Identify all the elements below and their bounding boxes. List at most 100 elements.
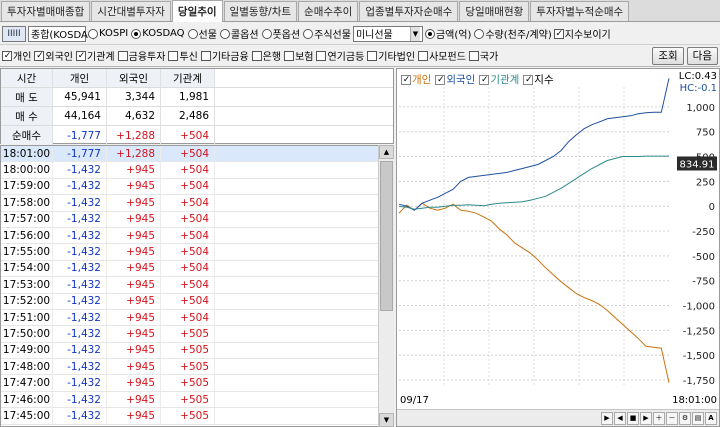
checkbox-icon[interactable] bbox=[553, 28, 564, 39]
radio-icon[interactable] bbox=[261, 28, 272, 39]
filter-checkbox-4[interactable]: 투신 bbox=[168, 48, 198, 63]
filter-checkbox-3[interactable]: 금융투자 bbox=[117, 48, 165, 63]
scroll-down-icon[interactable]: ▼ bbox=[379, 413, 394, 427]
table-row[interactable]: 17:53:00 -1,432 +945 +504 bbox=[1, 277, 393, 294]
checkbox-icon[interactable] bbox=[367, 50, 378, 61]
filter-checkbox-8[interactable]: 연기금등 bbox=[316, 48, 364, 63]
table-cell: -1,432 bbox=[53, 227, 107, 244]
text-icon[interactable]: A bbox=[705, 411, 717, 425]
checkbox-icon[interactable] bbox=[34, 50, 45, 61]
table-row[interactable]: 17:46:00 -1,432 +945 +505 bbox=[1, 391, 393, 409]
market-label: 콜옵션 bbox=[230, 30, 259, 41]
checkbox-icon[interactable] bbox=[316, 50, 327, 61]
zoom-out-icon[interactable]: － bbox=[666, 411, 678, 425]
table-row[interactable]: 17:52:00 -1,432 +945 +504 bbox=[1, 293, 393, 310]
tab-5[interactable]: 업종별투자자순매수 bbox=[359, 1, 459, 21]
unit-radio-0[interactable]: 금액(억) bbox=[424, 26, 471, 41]
table-row[interactable]: 17:49:00 -1,432 +945 +505 bbox=[1, 342, 393, 360]
market-radio-1[interactable]: KOSDAQ bbox=[131, 28, 185, 39]
tab-0[interactable]: 투자자별매매종합 bbox=[1, 1, 91, 21]
radio-icon[interactable] bbox=[474, 28, 485, 39]
filter-checkbox-2[interactable]: 기관계 bbox=[76, 48, 115, 63]
zoom-in-icon[interactable]: ＋ bbox=[653, 411, 665, 425]
table-row[interactable]: 17:54:00 -1,432 +945 +504 bbox=[1, 260, 393, 278]
market-radio-3[interactable]: 콜옵션 bbox=[219, 26, 259, 41]
summary-cell: +504 bbox=[161, 126, 215, 145]
show-index-checkbox[interactable]: 지수보이기 bbox=[553, 26, 611, 41]
filter-checkbox-5[interactable]: 기타금융 bbox=[200, 48, 249, 63]
tab-3[interactable]: 일별동향/차트 bbox=[223, 1, 298, 21]
checkbox-icon[interactable] bbox=[468, 50, 479, 61]
code-search-button[interactable]: IIIII bbox=[2, 25, 26, 42]
table-row[interactable]: 17:56:00 -1,432 +945 +504 bbox=[1, 227, 393, 245]
table-row[interactable]: 17:45:00 -1,432 +945 +505 bbox=[1, 408, 393, 425]
print-icon[interactable]: ▤ bbox=[692, 411, 704, 425]
table-row[interactable]: 17:57:00 -1,432 +945 +504 bbox=[1, 211, 393, 228]
checkbox-icon[interactable] bbox=[200, 50, 211, 61]
table-cell: +504 bbox=[161, 195, 215, 211]
unit-radio-1[interactable]: 수량(천주/계약) bbox=[474, 26, 552, 41]
stop-icon[interactable]: ■ bbox=[627, 411, 639, 425]
tab-2[interactable]: 당일추이 bbox=[171, 0, 223, 22]
step-forward-icon[interactable]: ▶ bbox=[640, 411, 652, 425]
checkbox-icon[interactable] bbox=[284, 50, 295, 61]
filter-checkbox-0[interactable]: 개인 bbox=[2, 48, 31, 63]
table-row[interactable]: 17:55:00 -1,432 +945 +504 bbox=[1, 244, 393, 261]
radio-icon[interactable] bbox=[303, 28, 314, 39]
market-radio-5[interactable]: 주식선물 bbox=[303, 26, 351, 41]
checkbox-icon[interactable] bbox=[2, 50, 12, 61]
market-radio-2[interactable]: 선물 bbox=[187, 26, 217, 41]
table-row[interactable]: 17:48:00 -1,432 +945 +505 bbox=[1, 359, 393, 376]
table-row[interactable]: 17:47:00 -1,432 +945 +505 bbox=[1, 375, 393, 392]
table-scrollbar[interactable]: ▲ ▼ bbox=[378, 145, 394, 427]
tab-1[interactable]: 시간대별투자자 bbox=[91, 1, 171, 21]
filter-checkbox-11[interactable]: 국가 bbox=[468, 48, 498, 63]
tab-4[interactable]: 순매수추이 bbox=[298, 1, 359, 21]
scroll-thumb[interactable] bbox=[380, 161, 393, 311]
tab-7[interactable]: 투자자별누적순매수 bbox=[530, 1, 630, 21]
filter-checkbox-7[interactable]: 보험 bbox=[284, 48, 313, 63]
filter-label: 외국인 bbox=[45, 52, 74, 63]
checkbox-icon[interactable] bbox=[76, 50, 87, 61]
settings-icon[interactable]: ⚙ bbox=[679, 411, 691, 425]
table-row[interactable]: 18:00:00 -1,432 +945 +504 bbox=[1, 162, 393, 179]
radio-icon[interactable] bbox=[187, 28, 198, 39]
query-button[interactable]: 조회 bbox=[652, 46, 684, 65]
checkbox-icon[interactable] bbox=[418, 50, 429, 61]
chart-plot: 1,0007505002500-250-500-750-1,000-1,250-… bbox=[398, 78, 717, 387]
market-radio-0[interactable]: KOSPI bbox=[88, 28, 128, 39]
checkbox-icon[interactable] bbox=[117, 50, 128, 61]
table-cell: -1,432 bbox=[53, 277, 107, 293]
checkbox-icon[interactable] bbox=[168, 50, 179, 61]
table-cell: +504 bbox=[161, 146, 215, 162]
checkbox-icon[interactable] bbox=[251, 50, 262, 61]
table-cell: +504 bbox=[161, 211, 215, 227]
tab-6[interactable]: 당일매매현황 bbox=[459, 1, 530, 21]
market-radio-4[interactable]: 풋옵션 bbox=[261, 26, 300, 41]
market-label: KOSDAQ bbox=[142, 28, 185, 39]
filter-checkbox-1[interactable]: 외국인 bbox=[34, 48, 73, 63]
table-row[interactable]: 17:58:00 -1,432 +945 +504 bbox=[1, 195, 393, 212]
play-icon[interactable]: ▶ bbox=[601, 411, 613, 425]
filter-checkbox-6[interactable]: 은행 bbox=[251, 48, 281, 63]
futures-select[interactable]: 미니선물 ▼ bbox=[352, 25, 423, 42]
step-back-icon[interactable]: ◀ bbox=[614, 411, 626, 425]
radio-icon[interactable] bbox=[88, 28, 98, 39]
market-label: 선물 bbox=[198, 30, 217, 41]
code-field[interactable]: 종합(KOSDAQ bbox=[28, 25, 96, 42]
table-row[interactable]: 17:50:00 -1,432 +945 +505 bbox=[1, 326, 393, 343]
table-cell: +945 bbox=[107, 162, 161, 178]
table-row[interactable]: 17:59:00 -1,432 +945 +504 bbox=[1, 178, 393, 196]
radio-icon[interactable] bbox=[219, 28, 230, 39]
filter-checkbox-9[interactable]: 기타법인 bbox=[367, 48, 415, 63]
scroll-up-icon[interactable]: ▲ bbox=[379, 145, 394, 159]
radio-icon[interactable] bbox=[424, 28, 435, 39]
radio-icon[interactable] bbox=[131, 28, 142, 39]
chevron-down-icon[interactable]: ▼ bbox=[409, 26, 420, 41]
table-row[interactable]: 17:51:00 -1,432 +945 +504 bbox=[1, 309, 393, 327]
y-tick-label: -1,750 bbox=[683, 376, 715, 387]
next-button[interactable]: 다음 bbox=[686, 46, 718, 65]
table-cell: +945 bbox=[107, 195, 161, 211]
filter-checkbox-10[interactable]: 사모펀드 bbox=[418, 48, 466, 63]
table-row[interactable]: 18:01:00 -1,777 +1,288 +504 bbox=[1, 146, 393, 163]
